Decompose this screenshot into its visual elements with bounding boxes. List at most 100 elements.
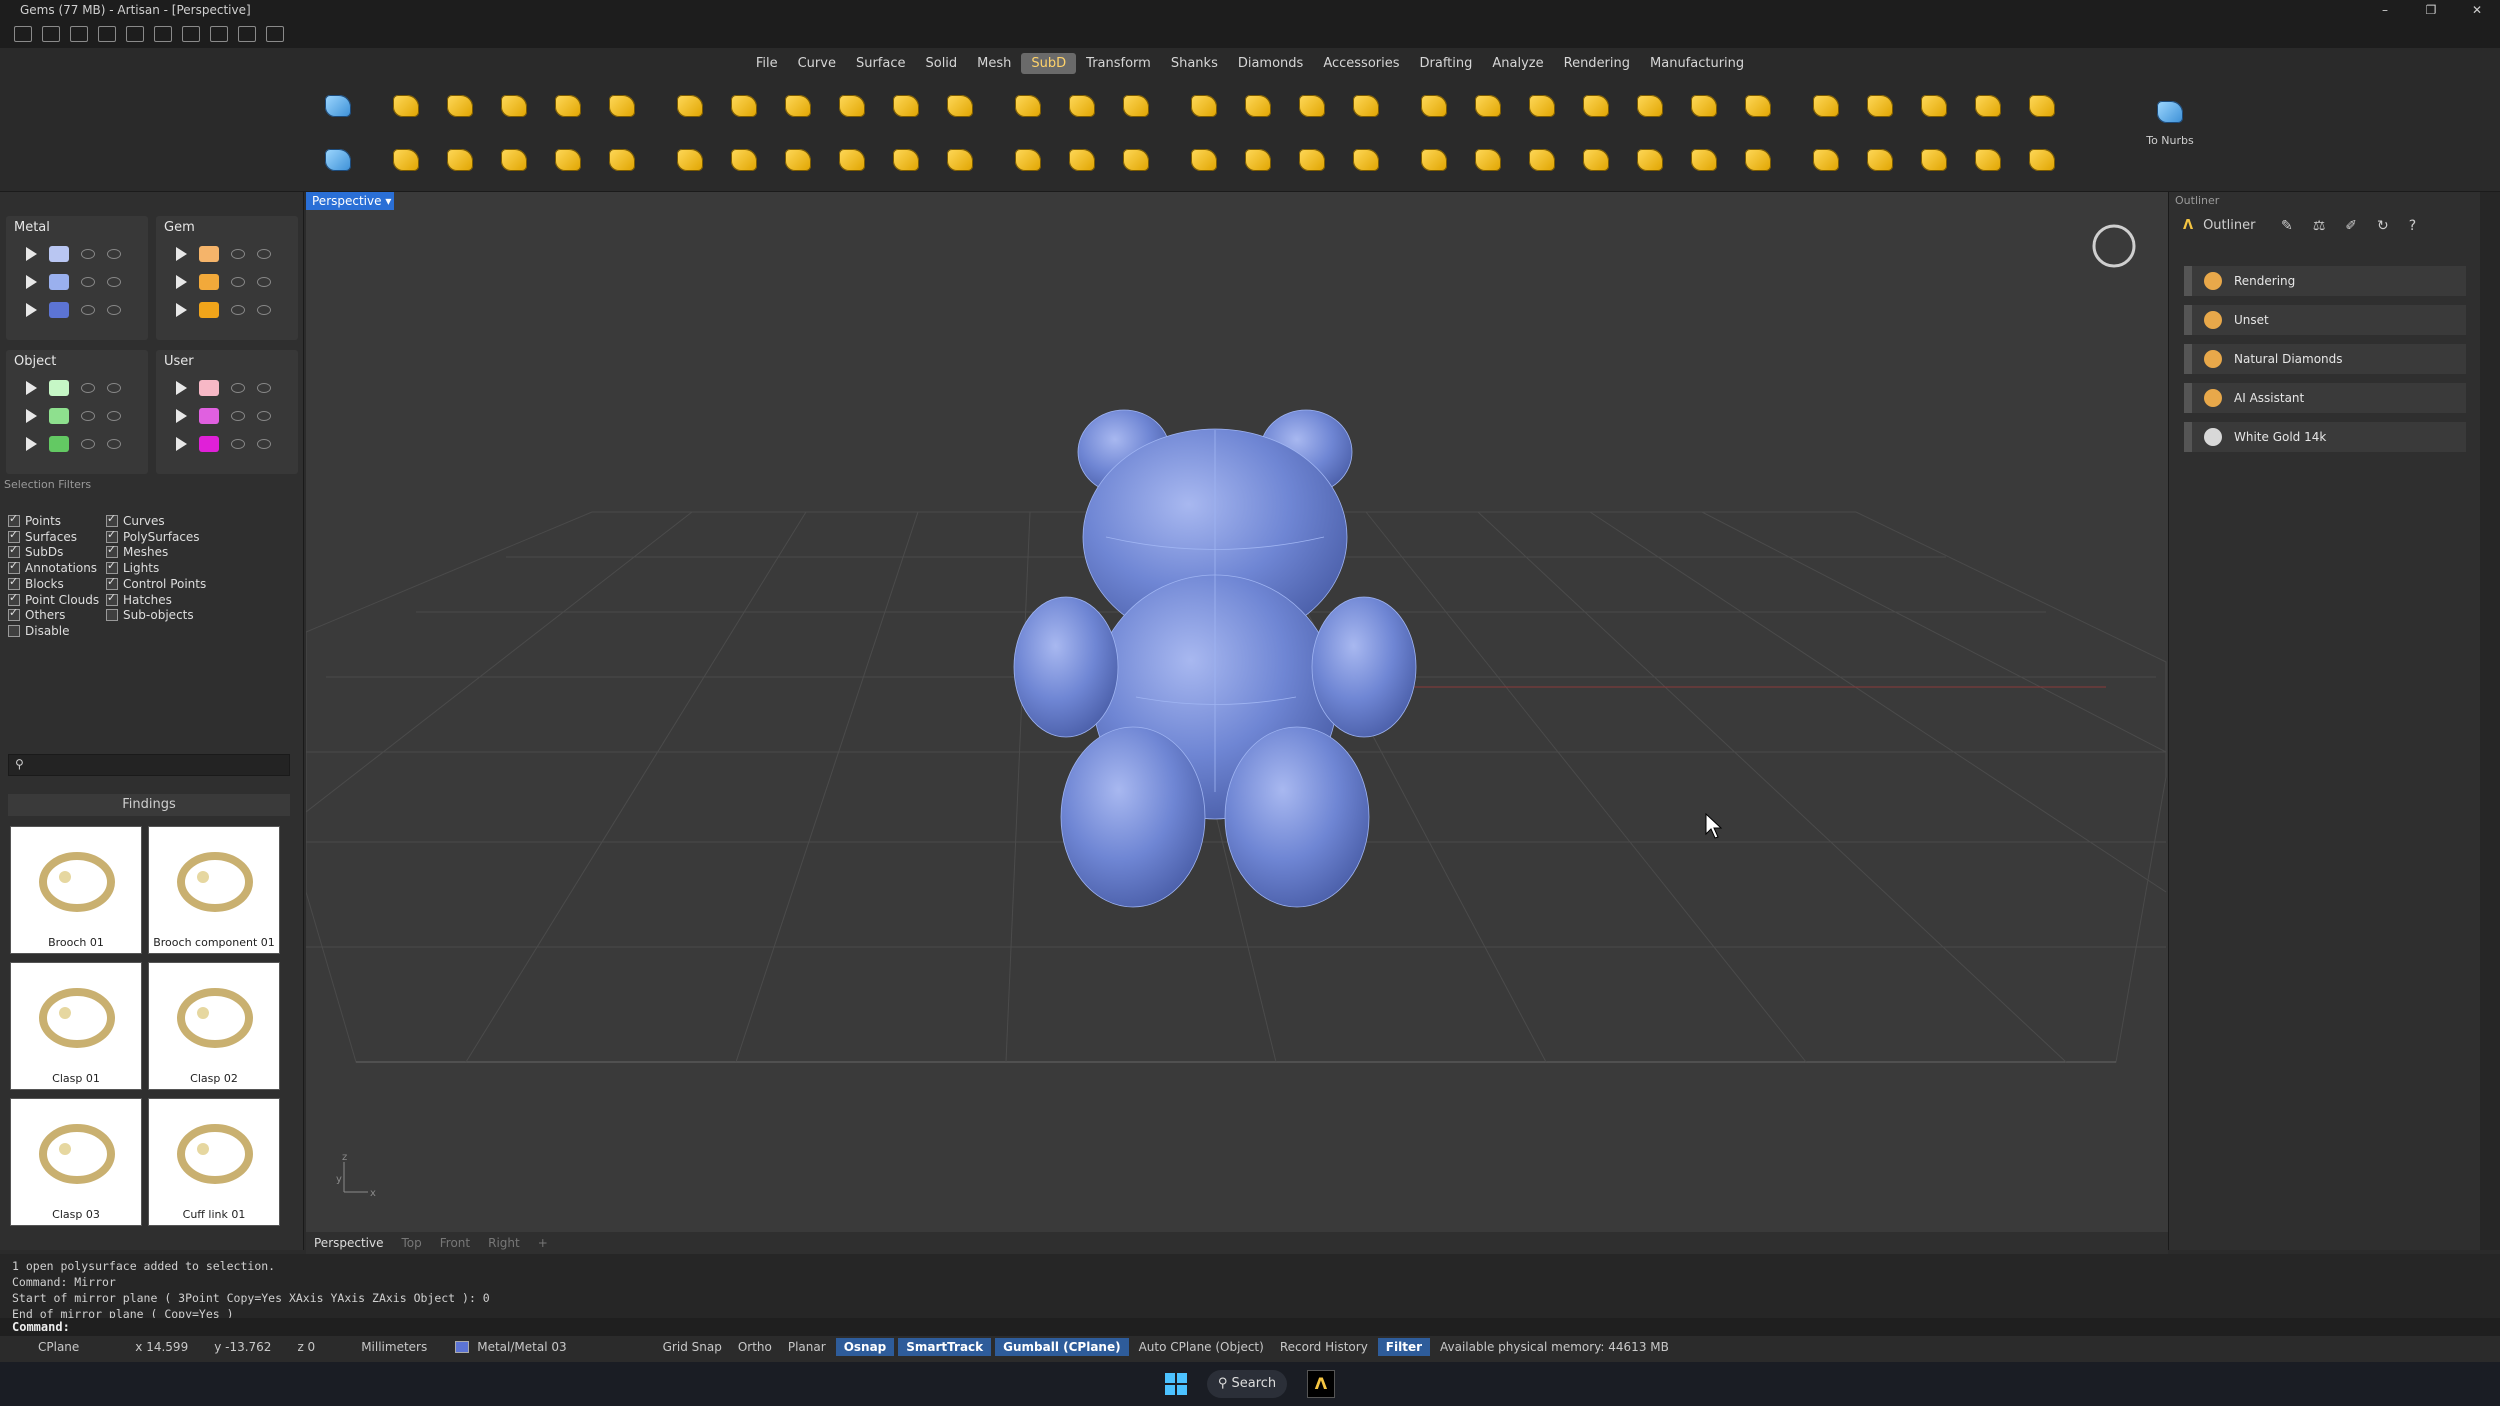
tool-button[interactable] — [1912, 84, 1956, 128]
library-item[interactable]: Cuff link 01 — [148, 1098, 280, 1226]
tool-button[interactable] — [668, 84, 712, 128]
tool-button[interactable] — [1182, 84, 1226, 128]
checkbox[interactable] — [106, 559, 118, 575]
checkbox[interactable] — [106, 609, 118, 622]
eye-icon[interactable] — [257, 277, 271, 287]
menu-surface[interactable]: Surface — [846, 53, 916, 74]
viewport-tab[interactable]: Right — [488, 1236, 520, 1250]
menu-diamonds[interactable]: Diamonds — [1228, 53, 1313, 74]
tool-button[interactable] — [1466, 84, 1510, 128]
eye-icon[interactable] — [257, 249, 271, 259]
tool-button[interactable] — [438, 84, 482, 128]
menu-curve[interactable]: Curve — [788, 53, 846, 74]
tool-button[interactable] — [776, 138, 820, 182]
tool-button[interactable] — [1344, 138, 1388, 182]
lock-icon[interactable] — [231, 411, 245, 421]
tool-button[interactable] — [1682, 84, 1726, 128]
outliner-item[interactable]: Natural Diamonds — [2184, 344, 2466, 374]
taskbar-search-button[interactable]: ⚲ Search — [1207, 1370, 1287, 1398]
help-icon[interactable]: ? — [2409, 218, 2416, 234]
tool-button[interactable] — [830, 84, 874, 128]
tool-button[interactable] — [600, 138, 644, 182]
toggle-ortho[interactable]: Ortho — [730, 1338, 780, 1356]
tool-button[interactable] — [1412, 84, 1456, 128]
filter-others[interactable]: Others — [8, 606, 65, 622]
tool-button[interactable] — [1682, 138, 1726, 182]
tool-button[interactable] — [384, 138, 428, 182]
checkbox[interactable] — [8, 528, 20, 543]
layer-swatch[interactable] — [199, 274, 219, 290]
layer-swatch[interactable] — [49, 436, 69, 452]
tool-button[interactable] — [384, 84, 428, 128]
menu-accessories[interactable]: Accessories — [1313, 53, 1409, 74]
windows-start-icon[interactable] — [1165, 1373, 1187, 1395]
toggle-osnap[interactable]: Osnap — [835, 1338, 895, 1356]
import-icon[interactable] — [238, 26, 256, 42]
filter-disable[interactable]: Disable — [8, 624, 70, 638]
menu-mesh[interactable]: Mesh — [967, 53, 1021, 74]
filter-meshes[interactable]: Meshes — [106, 543, 168, 559]
play-icon[interactable] — [176, 381, 187, 395]
lock-icon[interactable] — [231, 305, 245, 315]
checkbox[interactable] — [106, 543, 118, 559]
checkbox[interactable] — [8, 606, 20, 622]
play-icon[interactable] — [26, 247, 37, 261]
lock-icon[interactable] — [81, 439, 95, 449]
tool-button[interactable] — [546, 138, 590, 182]
tool-button[interactable] — [1804, 138, 1848, 182]
menu-solid[interactable]: Solid — [915, 53, 967, 74]
checkbox[interactable] — [106, 528, 118, 543]
lock-icon[interactable] — [81, 305, 95, 315]
tool-button[interactable] — [722, 84, 766, 128]
checkbox[interactable] — [106, 512, 118, 527]
toggle-filter[interactable]: Filter — [1377, 1338, 1431, 1356]
tool-button[interactable] — [316, 84, 360, 128]
toggle-auto-cplane-object[interactable]: Auto CPlane (Object) — [1131, 1338, 1272, 1356]
balance-icon[interactable]: ⚖ — [2313, 218, 2326, 234]
play-icon[interactable] — [176, 275, 187, 289]
filter-blocks[interactable]: Blocks — [8, 575, 64, 591]
eye-icon[interactable] — [107, 383, 121, 393]
layer-swatch[interactable] — [49, 380, 69, 396]
checkbox[interactable] — [8, 512, 20, 527]
tool-button[interactable] — [1182, 138, 1226, 182]
tool-button[interactable] — [546, 84, 590, 128]
filter-control-points[interactable]: Control Points — [106, 575, 206, 591]
toggle-record-history[interactable]: Record History — [1272, 1338, 1376, 1356]
tool-button[interactable] — [1290, 84, 1334, 128]
tool-button[interactable] — [1520, 138, 1564, 182]
tool-button[interactable] — [1736, 138, 1780, 182]
menu-manufacturing[interactable]: Manufacturing — [1640, 53, 1754, 74]
tool-button[interactable] — [776, 84, 820, 128]
tool-button[interactable] — [316, 138, 360, 182]
menu-shanks[interactable]: Shanks — [1161, 53, 1228, 74]
layer-swatch[interactable] — [199, 302, 219, 318]
tool-button[interactable] — [492, 138, 536, 182]
tool-button[interactable] — [668, 138, 712, 182]
viewport-tab[interactable]: Perspective — [314, 1236, 384, 1250]
menu-rendering[interactable]: Rendering — [1554, 53, 1640, 74]
tool-button[interactable] — [1466, 138, 1510, 182]
play-icon[interactable] — [26, 409, 37, 423]
eye-icon[interactable] — [257, 383, 271, 393]
viewport-tab[interactable]: + — [538, 1236, 548, 1250]
tool-button[interactable] — [1006, 138, 1050, 182]
export-icon[interactable] — [266, 26, 284, 42]
tool-button[interactable] — [1114, 138, 1158, 182]
layer-swatch[interactable] — [199, 408, 219, 424]
tool-button[interactable] — [2020, 84, 2064, 128]
library-item[interactable]: Brooch component 01 — [148, 826, 280, 954]
toggle-grid-snap[interactable]: Grid Snap — [655, 1338, 730, 1356]
menu-subd[interactable]: SubD — [1021, 52, 1077, 74]
perspective-viewport[interactable]: z y x — [305, 192, 2168, 1232]
checkbox[interactable] — [8, 624, 20, 637]
lock-icon[interactable] — [81, 383, 95, 393]
edit-icon[interactable]: ✐ — [2345, 218, 2357, 234]
artisan-app-icon[interactable]: Λ — [1307, 1370, 1335, 1398]
menu-drafting[interactable]: Drafting — [1410, 53, 1483, 74]
tool-button[interactable] — [1966, 138, 2010, 182]
tool-button[interactable] — [1804, 84, 1848, 128]
open-recent-icon[interactable] — [98, 26, 116, 42]
library-category-dropdown[interactable]: Findings — [8, 794, 290, 816]
units-label[interactable]: Millimeters — [353, 1338, 435, 1356]
